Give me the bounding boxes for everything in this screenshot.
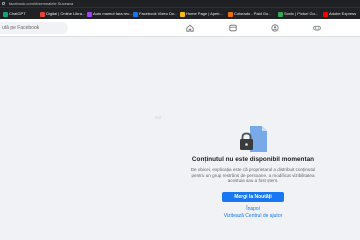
bookmark-item[interactable]: Facebook Video Do... xyxy=(133,11,177,17)
browser-address-bar[interactable]: facebook.com/#/semnalele.Suceava xyxy=(0,0,360,7)
bookmark-item[interactable]: Colorado - Paid Gu... xyxy=(228,11,272,17)
bookmark-item[interactable]: Sonic | Picturi Gu... xyxy=(278,11,318,17)
bookmark-item[interactable]: Digital | Online Libra... xyxy=(40,11,85,17)
help-center-link[interactable]: Vizitează Centrul de ajutor xyxy=(193,213,313,219)
bookmark-item[interactable]: Adobe Express xyxy=(323,11,356,17)
gaming-icon[interactable] xyxy=(312,23,322,33)
back-link[interactable]: Înapoi xyxy=(193,206,313,212)
locked-content-icon xyxy=(238,125,268,155)
groups-icon[interactable] xyxy=(270,23,280,33)
bookmark-favicon xyxy=(180,11,185,17)
bookmark-favicon xyxy=(87,11,92,17)
divider xyxy=(155,116,161,119)
bookmark-item[interactable]: ChatGPT xyxy=(3,11,26,17)
chatgpt-icon xyxy=(3,11,8,17)
facebook-header: ută pe Facebook xyxy=(0,19,360,37)
adobe-icon xyxy=(323,11,328,17)
page-title: Conținutul nu este disponibil momentan xyxy=(191,156,315,163)
url-text[interactable]: facebook.com/#/semnalele.Suceava xyxy=(9,0,73,7)
content-area: Conținutul nu este disponibil momentan D… xyxy=(0,37,360,240)
search-input[interactable]: ută pe Facebook xyxy=(0,22,68,34)
bookmark-favicon xyxy=(228,11,233,17)
bookmark-item[interactable]: Home Page | Apeb... xyxy=(180,11,223,17)
bookmarks-bar: ChatGPT Digital | Online Libra... Auto m… xyxy=(0,7,360,19)
home-icon[interactable] xyxy=(185,23,195,33)
facebook-icon xyxy=(133,11,138,17)
bookmark-favicon xyxy=(40,11,45,17)
go-to-news-feed-button[interactable]: Mergi la Noutăți xyxy=(222,192,284,202)
bookmark-favicon xyxy=(278,11,283,17)
bookmark-item[interactable]: Auto mamut fara rec... xyxy=(87,11,133,17)
lock-icon xyxy=(2,2,5,5)
error-description: De obicei, explicația este că proprietar… xyxy=(190,167,316,184)
watch-icon[interactable] xyxy=(228,23,238,33)
